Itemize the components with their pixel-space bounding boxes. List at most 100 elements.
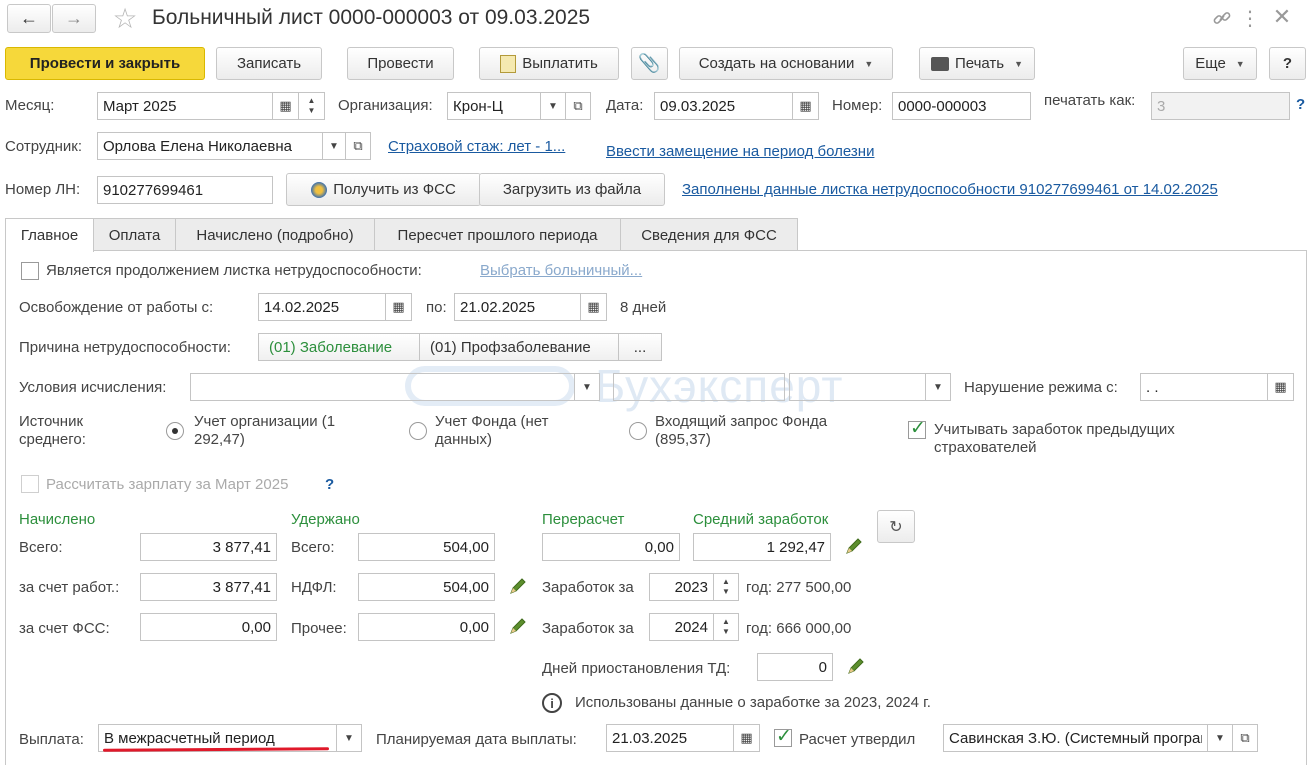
employee-input[interactable]: Орлова Елена Николаевна [97, 132, 323, 160]
source-request-label: Входящий запрос Фонда (895,37) [655, 413, 828, 448]
approved-dropdown-button[interactable]: ▼ [1207, 724, 1233, 752]
print-as-help[interactable]: ? [1296, 96, 1305, 113]
tab-accrued-detail[interactable]: Начислено (подробно) [175, 218, 375, 251]
edit-other-pencil-icon[interactable] [508, 616, 530, 638]
substitution-link[interactable]: Ввести замещение на период болезни [606, 143, 874, 160]
insurance-record-link[interactable]: Страховой стаж: лет - 1... [388, 138, 565, 155]
release-to-input[interactable]: 21.02.2025 [454, 293, 581, 321]
violation-input[interactable]: . . [1140, 373, 1268, 401]
approved-by-input[interactable]: Савинская З.Ю. (Системный программист) [943, 724, 1208, 752]
approved-open-button[interactable]: ⧉ [1232, 724, 1258, 752]
refresh-button[interactable]: ↻ [877, 510, 915, 543]
accrued-fss-field: 0,00 [140, 613, 277, 641]
source-request-radio[interactable] [629, 422, 647, 440]
help-button[interactable]: ? [1269, 47, 1306, 80]
suspension-field: 0 [757, 653, 833, 681]
pay-button[interactable]: Выплатить [479, 47, 619, 80]
printer-icon [930, 56, 949, 71]
calendar-button[interactable]: ▦ [272, 92, 299, 120]
edit-avg-pencil-icon[interactable] [844, 536, 866, 558]
tab-recalc-previous[interactable]: Пересчет прошлого периода [374, 218, 621, 251]
print-button[interactable]: Печать ▼ [919, 47, 1035, 80]
month-label: Месяц: [5, 97, 55, 114]
back-button[interactable]: ← [7, 4, 51, 33]
recalc-heading: Перерасчет [542, 511, 625, 528]
tab-fss-info[interactable]: Сведения для ФСС [620, 218, 798, 251]
approved-checkbox[interactable]: ✓ [774, 726, 792, 747]
earnings-year-2-stepper[interactable]: ▲ ▼ [713, 613, 739, 641]
number-input[interactable]: 0000-000003 [892, 92, 1031, 120]
conditions-input-1[interactable] [190, 373, 575, 401]
menu-dots-icon[interactable]: ⋮ [1240, 6, 1260, 30]
earnings-2-amount: год: 666 000,00 [746, 620, 852, 637]
close-icon[interactable]: ✕ [1270, 4, 1294, 30]
employee-open-button[interactable]: ⧉ [345, 132, 371, 160]
source-org-radio[interactable] [166, 422, 184, 440]
dropdown-caret-icon: ▼ [864, 58, 874, 69]
month-stepper[interactable]: ▲ ▼ [298, 92, 325, 120]
edit-suspension-pencil-icon[interactable] [846, 656, 868, 678]
earnings-year-1-stepper[interactable]: ▲ ▼ [713, 573, 739, 601]
reason-more-button[interactable]: ... [618, 333, 662, 361]
tab-payment[interactable]: Оплата [93, 218, 176, 251]
earnings-year-2-input[interactable]: 2024 [649, 613, 714, 641]
load-from-file-button[interactable]: Загрузить из файла [479, 173, 665, 206]
conditions-input-2[interactable] [613, 373, 785, 401]
stepper-up-icon: ▲ [722, 617, 730, 626]
more-button[interactable]: Еще ▼ [1183, 47, 1257, 80]
org-input[interactable]: Крон-Ц [447, 92, 541, 120]
release-to-calendar-button[interactable]: ▦ [580, 293, 607, 321]
attach-button[interactable]: 📎 [631, 47, 668, 80]
forward-button[interactable]: → [52, 4, 96, 33]
star-icon[interactable]: ☆ [108, 2, 142, 34]
withheld-total-field: 504,00 [358, 533, 495, 561]
earnings-1-amount: год: 277 500,00 [746, 579, 852, 596]
stepper-up-icon: ▲ [722, 577, 730, 586]
arrow-right-icon: → [65, 8, 83, 28]
reason-occupational-option[interactable]: (01) Профзаболевание [419, 333, 619, 361]
select-sick-leave-link[interactable]: Выбрать больничный... [480, 262, 642, 279]
conditions-input-3[interactable] [789, 373, 926, 401]
post-and-close-button[interactable]: Провести и закрыть [5, 47, 205, 80]
info-text: Использованы данные о заработке за 2023,… [575, 694, 931, 711]
edit-ndfl-pencil-icon[interactable] [508, 576, 530, 598]
violation-calendar-button[interactable]: ▦ [1267, 373, 1294, 401]
release-from-input[interactable]: 14.02.2025 [258, 293, 386, 321]
ln-number-input[interactable]: 910277699461 [97, 176, 273, 204]
stepper-down-icon: ▼ [722, 587, 730, 596]
org-open-button[interactable]: ⧉ [565, 92, 591, 120]
date-calendar-button[interactable]: ▦ [792, 92, 819, 120]
avg-earnings-heading: Средний заработок [693, 511, 829, 528]
get-from-fss-button[interactable]: Получить из ФСС [286, 173, 481, 206]
release-from-label: Освобождение от работы с: [19, 299, 214, 316]
calc-salary-checkbox[interactable] [21, 475, 39, 493]
conditions-dropdown-3[interactable]: ▼ [925, 373, 951, 401]
continuation-checkbox[interactable] [21, 262, 39, 280]
date-input[interactable]: 09.03.2025 [654, 92, 793, 120]
stepper-down-icon: ▼ [722, 627, 730, 636]
checkmark-icon: ✓ [910, 418, 926, 439]
post-button[interactable]: Провести [347, 47, 454, 80]
earnings-year-1-input[interactable]: 2023 [649, 573, 714, 601]
prev-insurers-checkbox[interactable]: ✓ [908, 418, 926, 439]
calc-salary-label: Рассчитать зарплату за Март 2025 [46, 476, 289, 493]
chevron-down-icon: ▼ [548, 100, 558, 112]
tab-main[interactable]: Главное [5, 218, 94, 252]
write-button[interactable]: Записать [216, 47, 322, 80]
print-as-input[interactable]: 3 [1151, 92, 1290, 120]
employee-dropdown-button[interactable]: ▼ [322, 132, 346, 160]
reason-illness-option[interactable]: (01) Заболевание [258, 333, 420, 361]
other-label: Прочее: [291, 620, 347, 637]
link-icon[interactable] [1210, 6, 1234, 30]
source-fund-radio[interactable] [409, 422, 427, 440]
conditions-dropdown-1[interactable]: ▼ [574, 373, 600, 401]
calc-salary-help[interactable]: ? [325, 476, 334, 493]
release-from-calendar-button[interactable]: ▦ [385, 293, 412, 321]
create-based-button[interactable]: Создать на основании ▼ [679, 47, 893, 80]
planned-date-calendar-button[interactable]: ▦ [733, 724, 760, 752]
org-dropdown-button[interactable]: ▼ [540, 92, 566, 120]
payout-dropdown-button[interactable]: ▼ [336, 724, 362, 752]
filled-data-link[interactable]: Заполнены данные листка нетрудоспособнос… [682, 181, 1218, 198]
month-input[interactable]: Март 2025 [97, 92, 273, 120]
planned-date-input[interactable]: 21.03.2025 [606, 724, 734, 752]
